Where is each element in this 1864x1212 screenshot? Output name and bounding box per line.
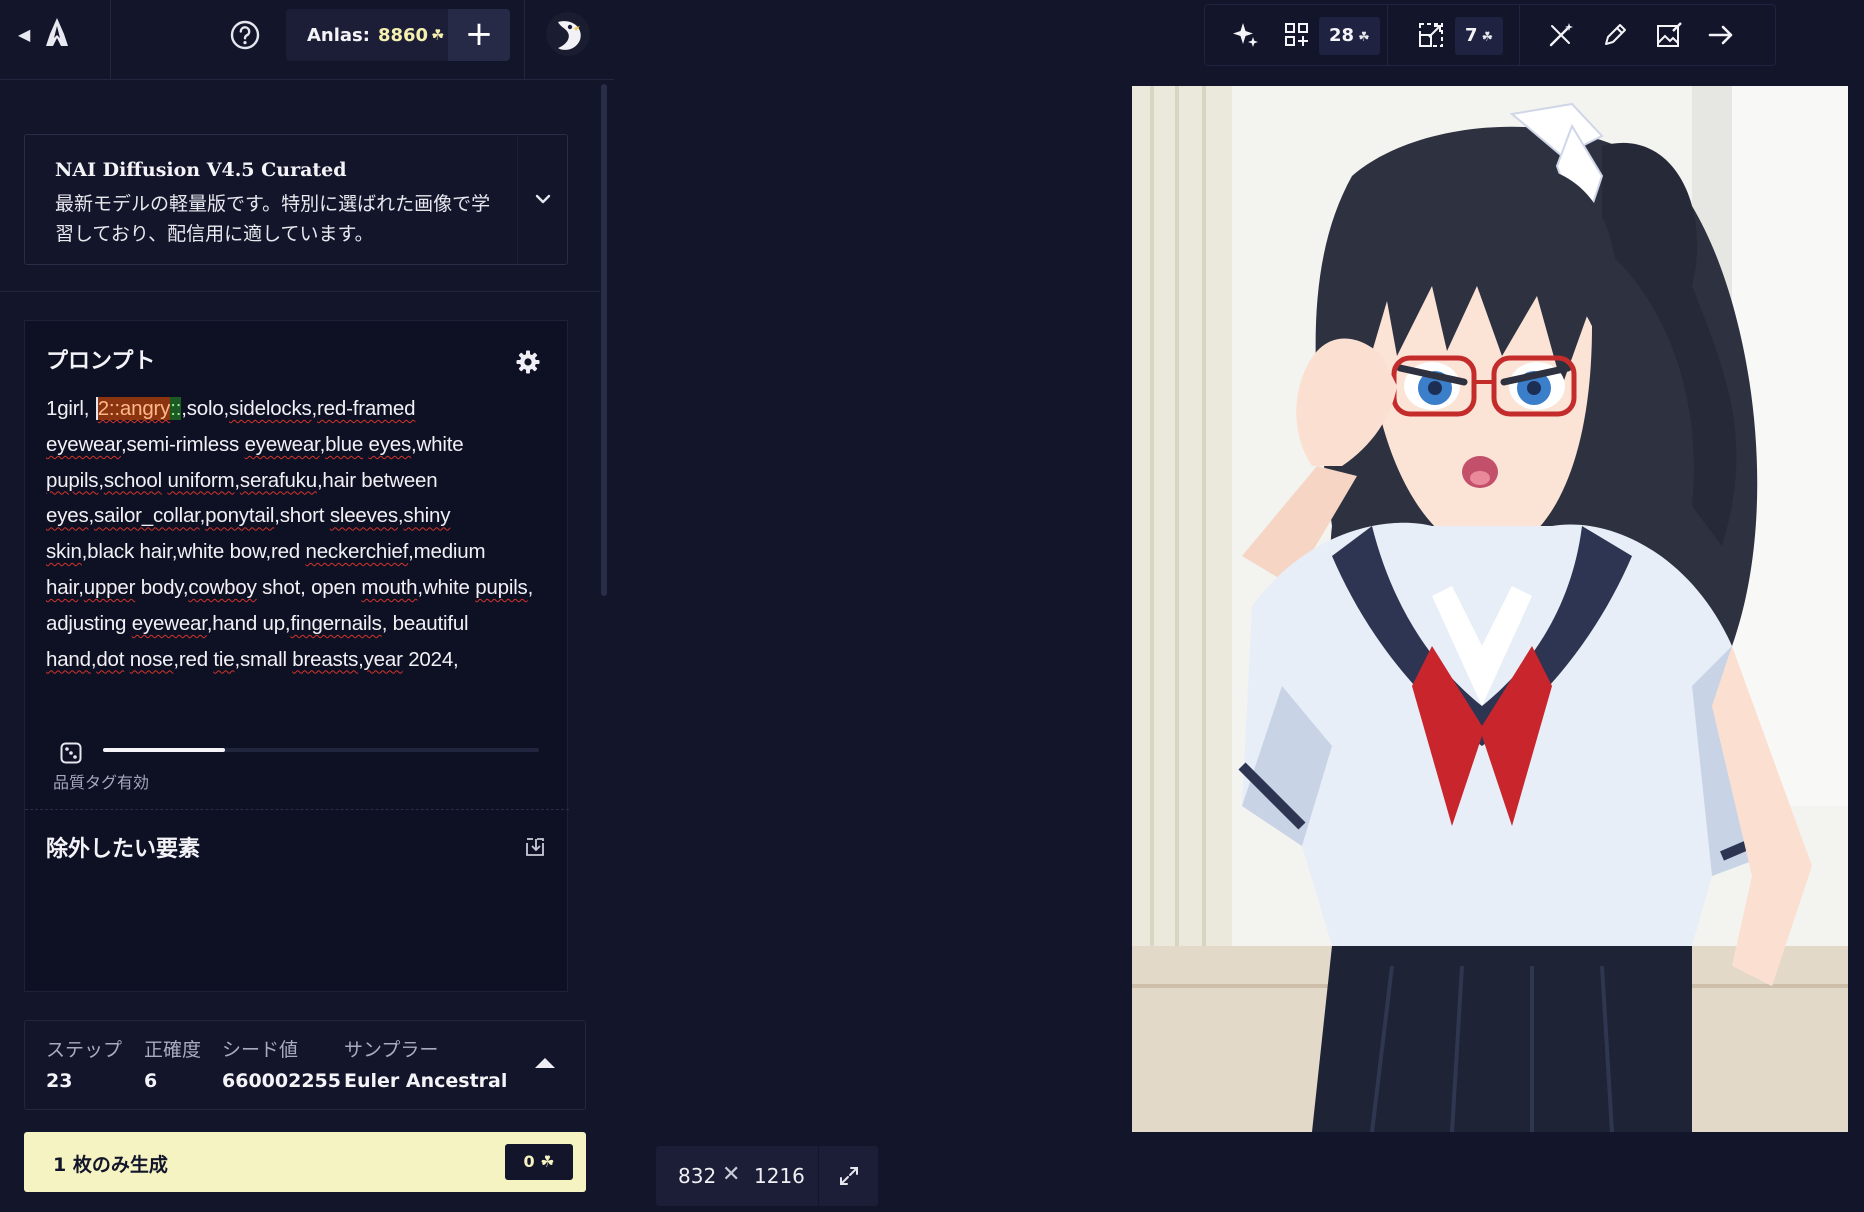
dimension-separator: ✕: [722, 1162, 741, 1187]
magic-wand-icon[interactable]: [1545, 19, 1577, 51]
model-name: NAI Diffusion V4.5 Curated: [55, 159, 347, 181]
sparkle-icon[interactable]: [1229, 19, 1261, 51]
model-select[interactable]: NAI Diffusion V4.5 Curated 最新モデルの軽量版です。特…: [24, 134, 568, 265]
caret-up-icon[interactable]: [533, 1055, 557, 1071]
divider: [25, 809, 569, 810]
variations-cost-value: 28: [1329, 25, 1355, 46]
image-height: 1216: [754, 1164, 805, 1188]
expand-button[interactable]: [818, 1146, 878, 1206]
generate-button[interactable]: 1 枚のみ生成 0 ☘: [24, 1132, 586, 1192]
divider: [1519, 5, 1520, 65]
quality-slider-fill: [103, 748, 226, 752]
anlas-coin-icon: ☘: [1481, 30, 1494, 45]
divider: [1387, 5, 1388, 65]
quality-slider[interactable]: [103, 748, 539, 752]
divider: [110, 0, 111, 80]
upscale-icon[interactable]: [1415, 19, 1447, 51]
divider: [524, 0, 525, 80]
steps-summary: ステップ 23: [46, 1035, 122, 1092]
prompt-card: プロンプト 1girl, 2::angry::,solo,sidelocks,r…: [24, 320, 569, 992]
anlas-balance: Anlas: 8860 ☘: [286, 9, 448, 61]
image-toolbar: 28 ☘ 7 ☘: [1204, 4, 1776, 66]
sampler-summary: サンプラー Euler Ancestral: [344, 1035, 507, 1092]
anlas-coin-icon: ☘: [1358, 30, 1370, 45]
prompt-title: プロンプト: [46, 349, 156, 374]
negative-prompt-input[interactable]: [46, 873, 546, 973]
model-description: 最新モデルの軽量版です。特別に選ばれた画像で学習しており、配信用に適しています。: [55, 193, 491, 245]
anlas-value: 8860: [377, 24, 429, 46]
variations-icon[interactable]: [1281, 19, 1313, 51]
steps-value: 23: [46, 1070, 73, 1092]
generate-cost: 0: [523, 1152, 535, 1171]
upscale-cost-value: 7: [1465, 25, 1478, 46]
anlas-coin-icon: ☘: [540, 1152, 555, 1171]
divider: [0, 291, 600, 292]
add-anlas-button[interactable]: +: [448, 9, 510, 61]
expand-icon: [840, 1167, 858, 1185]
generate-label: 1 枚のみ生成: [53, 1154, 168, 1176]
seed-label: シード値: [222, 1039, 299, 1061]
anlas-coin-icon: ☘: [431, 26, 445, 44]
sampler-value: Euler Ancestral: [344, 1070, 508, 1092]
left-panel: ◀ Anlas: 8860 ☘ + NAI Diffusion V4.5 Cur…: [0, 0, 614, 1212]
help-icon[interactable]: [228, 18, 262, 52]
dice-icon[interactable]: [59, 741, 83, 765]
back-icon[interactable]: ◀: [18, 22, 34, 48]
import-icon[interactable]: [523, 835, 547, 859]
steps-label: ステップ: [46, 1039, 123, 1061]
image-edit-icon[interactable]: [1653, 19, 1685, 51]
sampler-label: サンプラー: [344, 1039, 439, 1061]
seed-value: 660002255: [222, 1070, 341, 1092]
model-dropdown-toggle[interactable]: [517, 135, 567, 264]
settings-summary[interactable]: ステップ 23 正確度 6 シード値 660002255 サンプラー Euler…: [24, 1020, 586, 1110]
left-panel-scrollbar[interactable]: [601, 84, 607, 596]
variations-cost: 28 ☘: [1319, 17, 1380, 55]
arrow-right-icon[interactable]: [1705, 19, 1737, 51]
guidance-summary: 正確度 6: [144, 1035, 201, 1092]
generate-cost-badge: 0 ☘: [505, 1144, 573, 1180]
image-dimensions: 832 ✕ 1216: [656, 1146, 878, 1206]
prompt-input[interactable]: 1girl, 2::angry::,solo,sidelocks,red-fra…: [46, 391, 536, 677]
guidance-value: 6: [144, 1070, 158, 1092]
top-bar: ◀ Anlas: 8860 ☘ +: [0, 0, 614, 80]
gear-icon[interactable]: [515, 349, 541, 375]
nai-logo-icon[interactable]: [42, 16, 72, 50]
negative-prompt-title: 除外したい要素: [46, 837, 201, 862]
pencil-icon[interactable]: [1599, 19, 1631, 51]
quality-tags-label: 品質タグ有効: [53, 773, 150, 792]
avatar[interactable]: [546, 12, 590, 56]
image-width: 832: [678, 1164, 717, 1188]
seed-summary: シード値 660002255: [222, 1035, 341, 1092]
chevron-down-icon: [535, 194, 551, 204]
anlas-label: Anlas:: [307, 24, 370, 46]
guidance-label: 正確度: [144, 1039, 202, 1061]
generated-image[interactable]: [1132, 86, 1848, 1132]
upscale-cost: 7 ☘: [1455, 17, 1504, 55]
